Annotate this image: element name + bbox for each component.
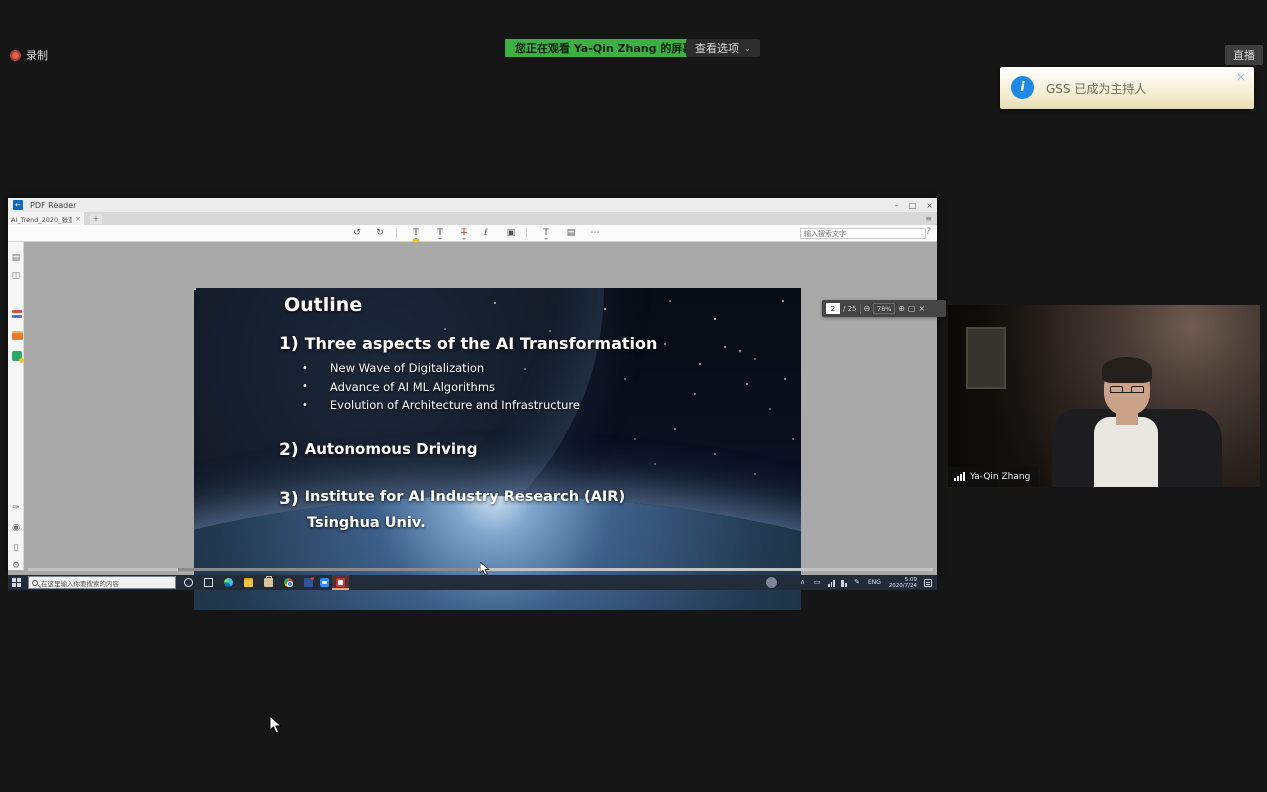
page-number-input[interactable] [826, 303, 840, 314]
stamp-tool-button[interactable]: ▤ [563, 227, 579, 240]
pdf-titlebar[interactable]: ← PDF Reader – □ × [8, 198, 937, 212]
undo-button[interactable]: ↺ [349, 227, 365, 240]
zoom-in-icon[interactable]: ⊕ [898, 304, 905, 313]
participant-name-label: Ya-Qin Zhang [948, 467, 1038, 486]
slide-section-3-line2: Tsinghua Univ. [307, 515, 426, 531]
glasses [1110, 386, 1144, 393]
page-total-label: / 25 [843, 305, 857, 313]
screen-share-banner: 您正在观看 Ya-Qin Zhang 的屏幕 [505, 39, 703, 57]
starfield-image [194, 288, 196, 290]
tab-menu-icon[interactable]: ≡ [925, 214, 932, 223]
slide-bullets: New Wave of Digitalization Advance of AI… [302, 359, 580, 415]
toast-message: GSS 已成为主持人 [1046, 80, 1146, 97]
read-mode-icon[interactable]: ◉ [10, 522, 22, 534]
tab-filename: AI_Trend_2020_张亚勤.pdf [11, 214, 72, 224]
new-tab-button[interactable]: + [90, 214, 102, 224]
zoom-level-value[interactable]: 78% [873, 303, 895, 314]
split-view-icon[interactable]: ◫ [10, 270, 22, 282]
scrollbar-thumb[interactable] [178, 568, 478, 571]
live-badge: 直播 [1225, 45, 1263, 65]
pdf-app-icon: ← [13, 200, 23, 210]
slide-section-1: 1) Three aspects of the AI Transformatio… [279, 334, 657, 354]
recording-indicator: 录制 [10, 47, 48, 63]
fit-page-icon[interactable]: ▢ [908, 304, 916, 313]
tray-folder-icon[interactable]: ▭ [814, 579, 821, 586]
minimize-button[interactable]: – [895, 201, 899, 210]
pdf-document-tab[interactable]: AI_Trend_2020_张亚勤.pdf × [8, 212, 84, 225]
strikethrough-tool-button[interactable]: T [456, 227, 472, 240]
settings-gear-icon[interactable]: ⚙ [10, 560, 22, 572]
widget-close-icon[interactable]: × [918, 304, 925, 313]
network-icon[interactable] [828, 580, 835, 587]
tray-user-icon[interactable] [766, 577, 777, 588]
recording-label: 录制 [26, 47, 48, 63]
host-toast: i GSS 已成为主持人 × [1000, 67, 1254, 109]
pages-panel-icon[interactable]: ▤ [10, 252, 22, 264]
more-tools-button[interactable]: ⋯ [587, 227, 603, 240]
redo-button[interactable]: ↻ [372, 227, 388, 240]
bullet-item: Advance of AI ML Algorithms [302, 378, 580, 397]
pdf-window-title: PDF Reader [30, 201, 76, 210]
hand-tool-icon[interactable]: ✑ [10, 502, 22, 514]
taskbar-clock[interactable]: 5:09 2020/7/24 [889, 577, 917, 589]
pdf-search-input[interactable] [800, 228, 926, 239]
pdf-reader-window: ← PDF Reader – □ × AI_Trend_2020_张亚勤.pdf… [8, 198, 937, 575]
slide-section-2: 2) Autonomous Driving [279, 440, 477, 460]
close-button[interactable]: × [926, 201, 933, 210]
toast-close-icon[interactable]: × [1236, 70, 1246, 84]
pdf-content-area: Outline 1) Three aspects of the AI Trans… [24, 242, 937, 570]
pdf-toolbar: ↺ ↻ T T T ℓ ▣ T ▤ ⋯ ? [8, 225, 937, 242]
recording-dot-icon [10, 50, 21, 61]
meeting-screen: 录制 您正在观看 Ya-Qin Zhang 的屏幕 查看选项 ⌄ 直播 i GS… [0, 0, 1267, 792]
audio-level-icon [954, 472, 965, 481]
bullet-item: Evolution of Architecture and Infrastruc… [302, 396, 580, 415]
page-nav-widget: / 25 ⊖ 78% ⊕ ▢ × [822, 300, 946, 317]
typewriter-tool-button[interactable]: T [538, 227, 554, 240]
toolbar-separator [526, 228, 527, 238]
pdf-tabbar: AI_Trend_2020_张亚勤.pdf × + ≡ [8, 212, 937, 225]
slide-section-3: 3) Institute for AI Industry Research (A… [279, 489, 625, 509]
export-plugin-icon[interactable] [10, 350, 22, 362]
tab-close-icon[interactable]: × [75, 215, 81, 223]
windows-taskbar: 在这里输入你要搜索的内容 ∧ ▭ ✎ ENG 5:09 2020/7/24 [8, 575, 937, 590]
help-icon[interactable]: ? [926, 227, 931, 237]
highlight-tool-button[interactable]: T [408, 227, 424, 240]
image-tool-button[interactable]: ▣ [503, 227, 519, 240]
webcam-wall-panel [966, 327, 1006, 389]
info-icon: i [1011, 76, 1034, 99]
slide-page: Outline 1) Three aspects of the AI Trans… [194, 288, 801, 610]
earth-horizon-image [194, 496, 801, 610]
action-center-icon[interactable] [924, 579, 932, 587]
webcam-video[interactable]: Ya-Qin Zhang [948, 305, 1260, 487]
view-options-label: 查看选项 [695, 40, 739, 56]
view-options-button[interactable]: 查看选项 ⌄ [686, 39, 760, 57]
pdf-sidebar: ▤ ◫ ✑ ◉ ▯ ⚙ [8, 242, 24, 570]
system-tray: ∧ ▭ ✎ ENG 5:09 2020/7/24 [8, 575, 937, 590]
zoom-out-icon[interactable]: ⊖ [864, 304, 871, 313]
clock-date: 2020/7/24 [889, 583, 917, 589]
print-plugin-icon[interactable] [10, 330, 22, 342]
maximize-button[interactable]: □ [909, 201, 917, 210]
slide-title: Outline [284, 294, 362, 316]
bullet-item: New Wave of Digitalization [302, 359, 580, 378]
bookmark-icon[interactable]: ▯ [10, 542, 22, 554]
language-indicator[interactable]: ENG [868, 579, 881, 586]
chevron-down-icon: ⌄ [744, 44, 751, 53]
participant-name: Ya-Qin Zhang [970, 472, 1030, 482]
text-tool-button[interactable]: T [432, 227, 448, 240]
speaker-figure [1032, 327, 1232, 487]
volume-icon[interactable] [841, 580, 847, 587]
pen-icon[interactable]: ✎ [854, 579, 860, 586]
hidden-icons-chevron[interactable]: ∧ [800, 579, 805, 586]
signature-tool-button[interactable]: ℓ [478, 227, 494, 240]
convert-icon[interactable] [10, 308, 22, 320]
toolbar-separator [396, 228, 397, 238]
